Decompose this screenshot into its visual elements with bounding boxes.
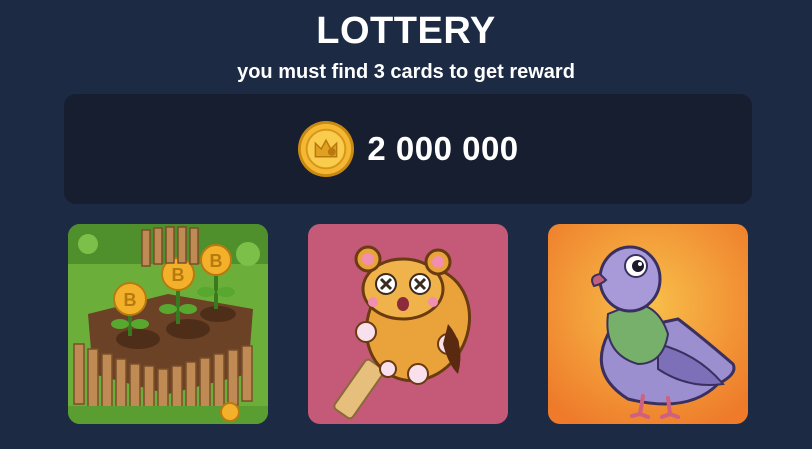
page-subtitle: you must find 3 cards to get reward (237, 61, 575, 83)
reward-panel: 2 000 000 (64, 94, 752, 204)
pigeon-image (548, 224, 748, 424)
svg-text:B: B (210, 251, 223, 271)
reward-amount: 2 000 000 (367, 130, 519, 167)
svg-text:B: B (172, 265, 185, 285)
page-title: LOTTERY (316, 10, 496, 52)
lottery-card-pigeon[interactable] (548, 224, 748, 424)
svg-text:B: B (124, 290, 137, 310)
hamster-popsicle-image (308, 224, 508, 424)
lottery-card-hamster-popsicle[interactable] (308, 224, 508, 424)
gold-coin-icon (298, 120, 355, 178)
lottery-card-bitcoin-garden[interactable]: B B B (68, 224, 268, 424)
bitcoin-garden-image: B B B (68, 224, 268, 424)
